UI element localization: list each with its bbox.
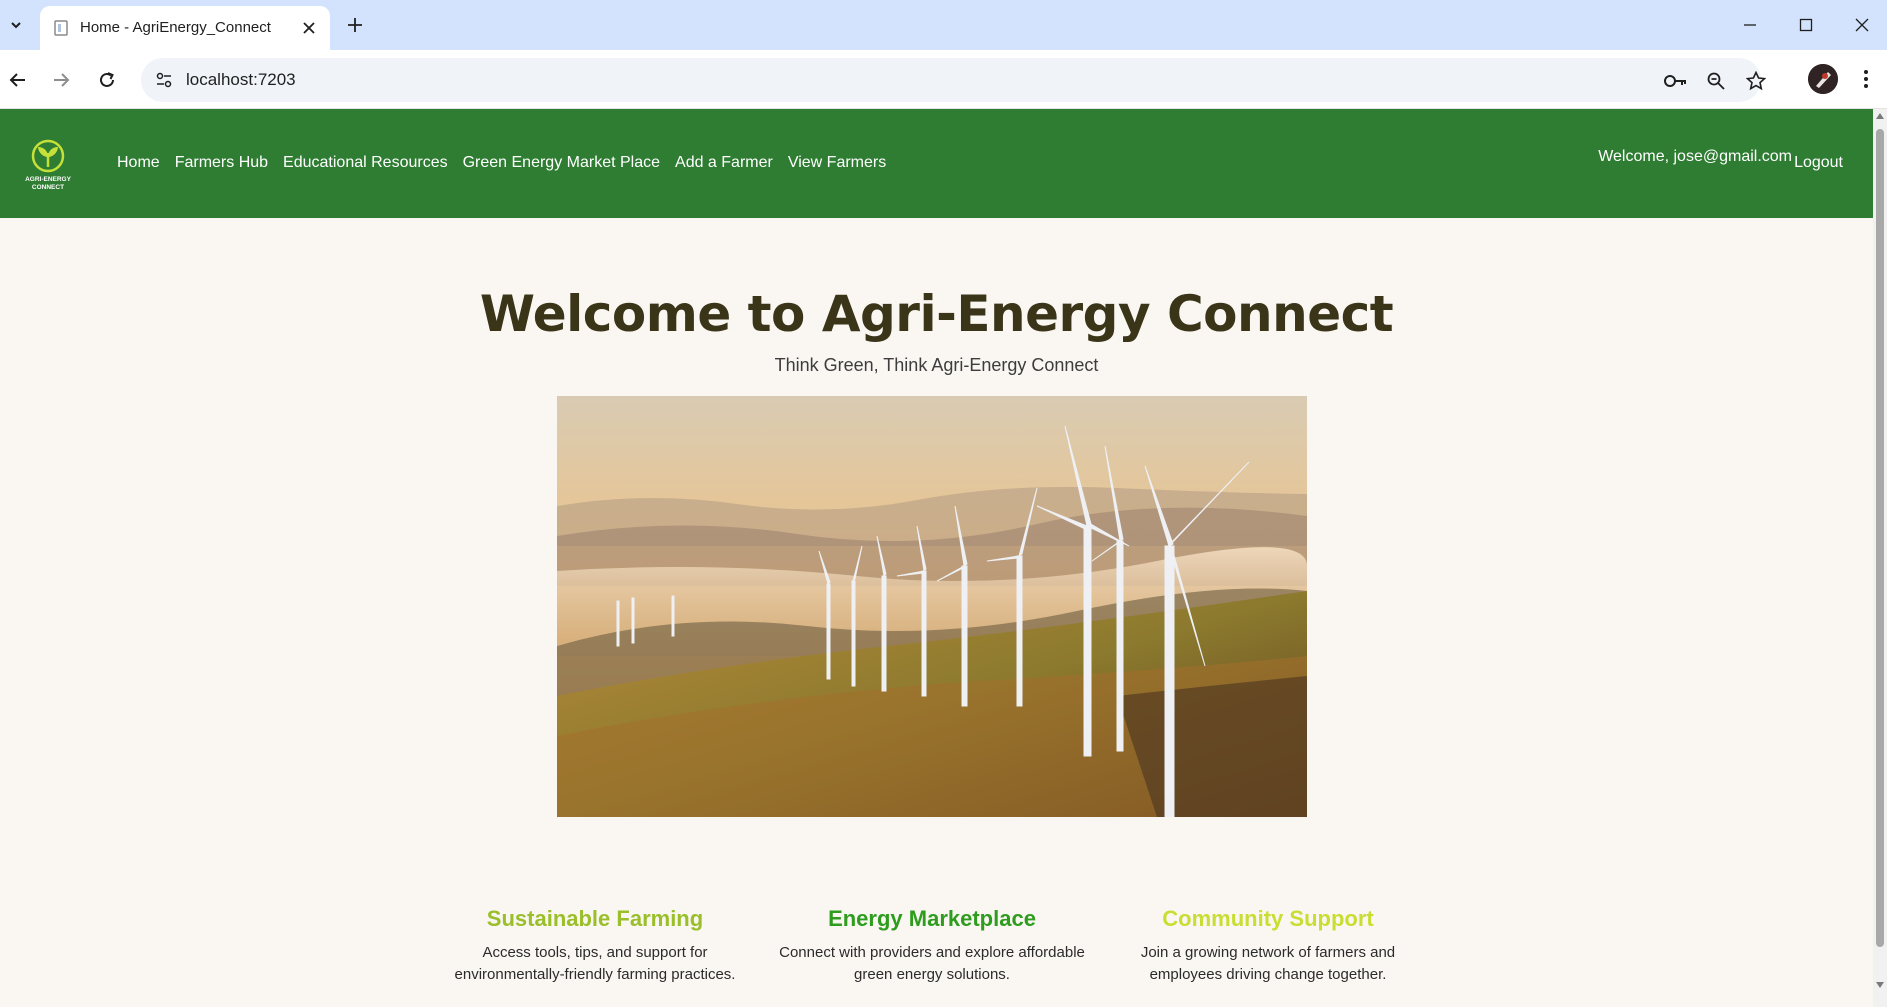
scroll-up-arrow-icon[interactable]	[1876, 113, 1884, 119]
address-bar[interactable]: localhost:7203	[141, 58, 1766, 102]
nav-link-home[interactable]: Home	[117, 154, 160, 172]
zoom-icon[interactable]	[1702, 67, 1730, 95]
nav-link-green-energy-market-place[interactable]: Green Energy Market Place	[463, 154, 660, 172]
svg-text:AGRI-ENERGY: AGRI-ENERGY	[25, 176, 72, 183]
logout-link[interactable]: Logout	[1794, 154, 1843, 172]
browser-toolbar: localhost:7203	[0, 50, 1887, 109]
page-favicon-icon	[52, 19, 70, 37]
feature-title: Community Support	[1162, 906, 1374, 931]
plus-icon[interactable]	[341, 11, 369, 39]
close-window-icon[interactable]	[1842, 8, 1882, 42]
site-info-icon[interactable]	[149, 65, 179, 95]
nav-link-educational-resources[interactable]: Educational Resources	[283, 154, 448, 172]
more-vert-icon[interactable]	[1852, 64, 1880, 94]
nav-link-view-farmers[interactable]: View Farmers	[788, 154, 886, 172]
reload-icon[interactable]	[91, 64, 123, 96]
nav-link-farmers-hub[interactable]: Farmers Hub	[175, 154, 268, 172]
feature-description: Access tools, tips, and support for envi…	[454, 944, 736, 983]
page-scrollbar[interactable]	[1873, 109, 1887, 1007]
agri-energy-logo[interactable]: AGRI-ENERGY CONNECT	[20, 137, 76, 193]
feature-title: Energy Marketplace	[828, 906, 1036, 931]
maximize-icon[interactable]	[1786, 8, 1826, 42]
main-nav-links: Home Farmers Hub Educational Resources G…	[117, 154, 886, 172]
close-icon[interactable]	[298, 17, 320, 39]
back-icon[interactable]	[2, 64, 34, 96]
welcome-user-text: Welcome, jose@gmail.com	[1598, 148, 1792, 165]
feature-card-community-support: Community Support Join a growing network…	[1103, 906, 1433, 986]
nav-link-add-a-farmer[interactable]: Add a Farmer	[675, 154, 773, 172]
minimize-icon[interactable]	[1730, 8, 1770, 42]
url-text[interactable]: localhost:7203	[186, 70, 296, 90]
feature-description: Connect with providers and explore affor…	[779, 944, 1085, 983]
site-navbar: AGRI-ENERGY CONNECT Home Farmers Hub Edu…	[0, 109, 1873, 218]
feature-description: Join a growing network of farmers and em…	[1140, 944, 1396, 983]
page-title: Welcome to Agri-Energy Connect	[479, 285, 1394, 343]
page-subtitle: Think Green, Think Agri-Energy Connect	[774, 355, 1099, 375]
feature-card-energy-marketplace: Energy Marketplace Connect with provider…	[767, 906, 1097, 986]
browser-tab[interactable]: Home - AgriEnergy_Connect	[40, 6, 330, 50]
feature-title: Sustainable Farming	[486, 906, 704, 931]
scroll-down-arrow-icon[interactable]	[1876, 982, 1884, 988]
tab-list-icon[interactable]	[2, 11, 30, 39]
key-icon[interactable]	[1662, 67, 1690, 95]
star-icon[interactable]	[1742, 67, 1770, 95]
feature-card-sustainable-farming: Sustainable Farming Access tools, tips, …	[430, 906, 760, 986]
page-viewport: AGRI-ENERGY CONNECT Home Farmers Hub Edu…	[0, 109, 1887, 1007]
scrollbar-thumb[interactable]	[1876, 129, 1884, 947]
browser-tab-bar: Home - AgriEnergy_Connect	[0, 0, 1887, 50]
profile-avatar-icon[interactable]	[1808, 64, 1838, 94]
tab-title: Home - AgriEnergy_Connect	[80, 19, 271, 36]
wind-turbines-hero-image	[557, 396, 1307, 817]
svg-text:CONNECT: CONNECT	[32, 184, 64, 191]
forward-icon[interactable]	[45, 64, 77, 96]
